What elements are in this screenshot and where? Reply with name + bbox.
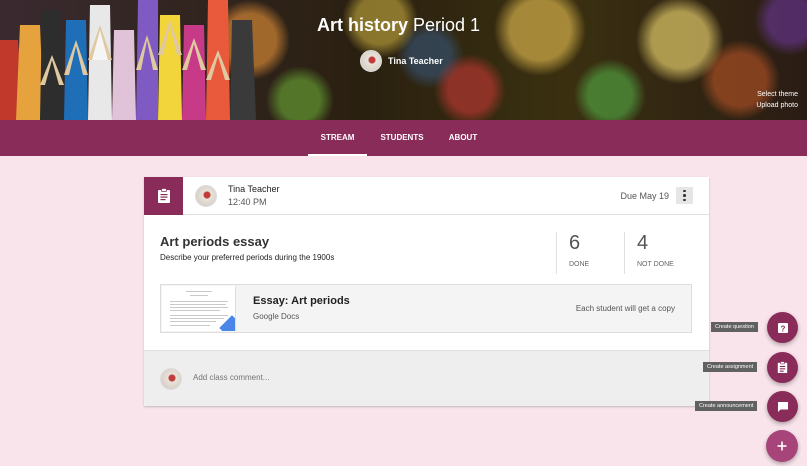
create-announcement-label: Create announcement [695, 401, 758, 411]
create-question-button[interactable]: ? [767, 312, 798, 343]
post-author: Tina Teacher [228, 184, 280, 194]
more-options-icon[interactable] [676, 187, 693, 204]
tab-stream[interactable]: STREAM [308, 120, 367, 156]
select-theme-link[interactable]: Select theme [756, 89, 798, 100]
tab-about[interactable]: ABOUT [440, 120, 486, 156]
done-stat[interactable]: 6 DONE [556, 232, 589, 274]
create-announcement-button[interactable] [767, 391, 798, 422]
banner-links: Select theme Upload photo [756, 89, 798, 111]
attachment-copy-note: Each student will get a copy [575, 304, 675, 313]
assignment-card: Tina Teacher 12:40 PM Due May 19 Art per… [144, 177, 709, 406]
create-assignment-button[interactable] [767, 352, 798, 383]
commenter-avatar [160, 368, 182, 390]
create-question-label: Create question [711, 322, 758, 332]
assignment-icon [144, 177, 183, 215]
assignment-description: Describe your preferred periods during t… [160, 253, 335, 262]
create-assignment-label: Create assignment [703, 362, 758, 372]
not-done-stat[interactable]: 4 NOT DONE [624, 232, 674, 274]
done-count: 6 [569, 232, 581, 254]
class-nav: STREAM STUDENTS ABOUT [0, 120, 807, 156]
plus-icon [777, 441, 787, 451]
not-done-label: NOT DONE [637, 261, 674, 268]
tab-students[interactable]: STUDENTS [372, 120, 432, 156]
teacher-name: Tina Teacher [388, 56, 443, 66]
class-comment-input[interactable] [193, 373, 493, 382]
document-thumbnail [162, 286, 236, 331]
assignment-icon [777, 361, 788, 373]
not-done-count: 4 [637, 232, 649, 254]
add-button[interactable] [766, 430, 798, 462]
question-icon: ? [777, 322, 788, 333]
attachment-source: Google Docs [253, 312, 300, 321]
svg-text:?: ? [780, 324, 785, 333]
teacher-chip[interactable]: Tina Teacher [360, 50, 443, 72]
upload-photo-link[interactable]: Upload photo [756, 100, 798, 111]
comment-bar [144, 350, 709, 406]
done-label: DONE [569, 261, 590, 268]
card-header: Tina Teacher 12:40 PM Due May 19 [144, 177, 709, 215]
post-time: 12:40 PM [228, 197, 267, 207]
author-avatar [195, 185, 217, 207]
assignment-title[interactable]: Art periods essay [160, 234, 269, 249]
due-date: Due May 19 [620, 191, 669, 201]
attachment-card[interactable]: Essay: Art periods Google Docs Each stud… [160, 284, 692, 333]
attachment-title: Essay: Art periods [253, 295, 350, 307]
announcement-icon [777, 401, 788, 412]
class-banner: Art history Period 1 Tina Teacher Select… [0, 0, 807, 120]
teacher-avatar [360, 50, 382, 72]
class-title: Art history Period 1 [316, 15, 481, 35]
